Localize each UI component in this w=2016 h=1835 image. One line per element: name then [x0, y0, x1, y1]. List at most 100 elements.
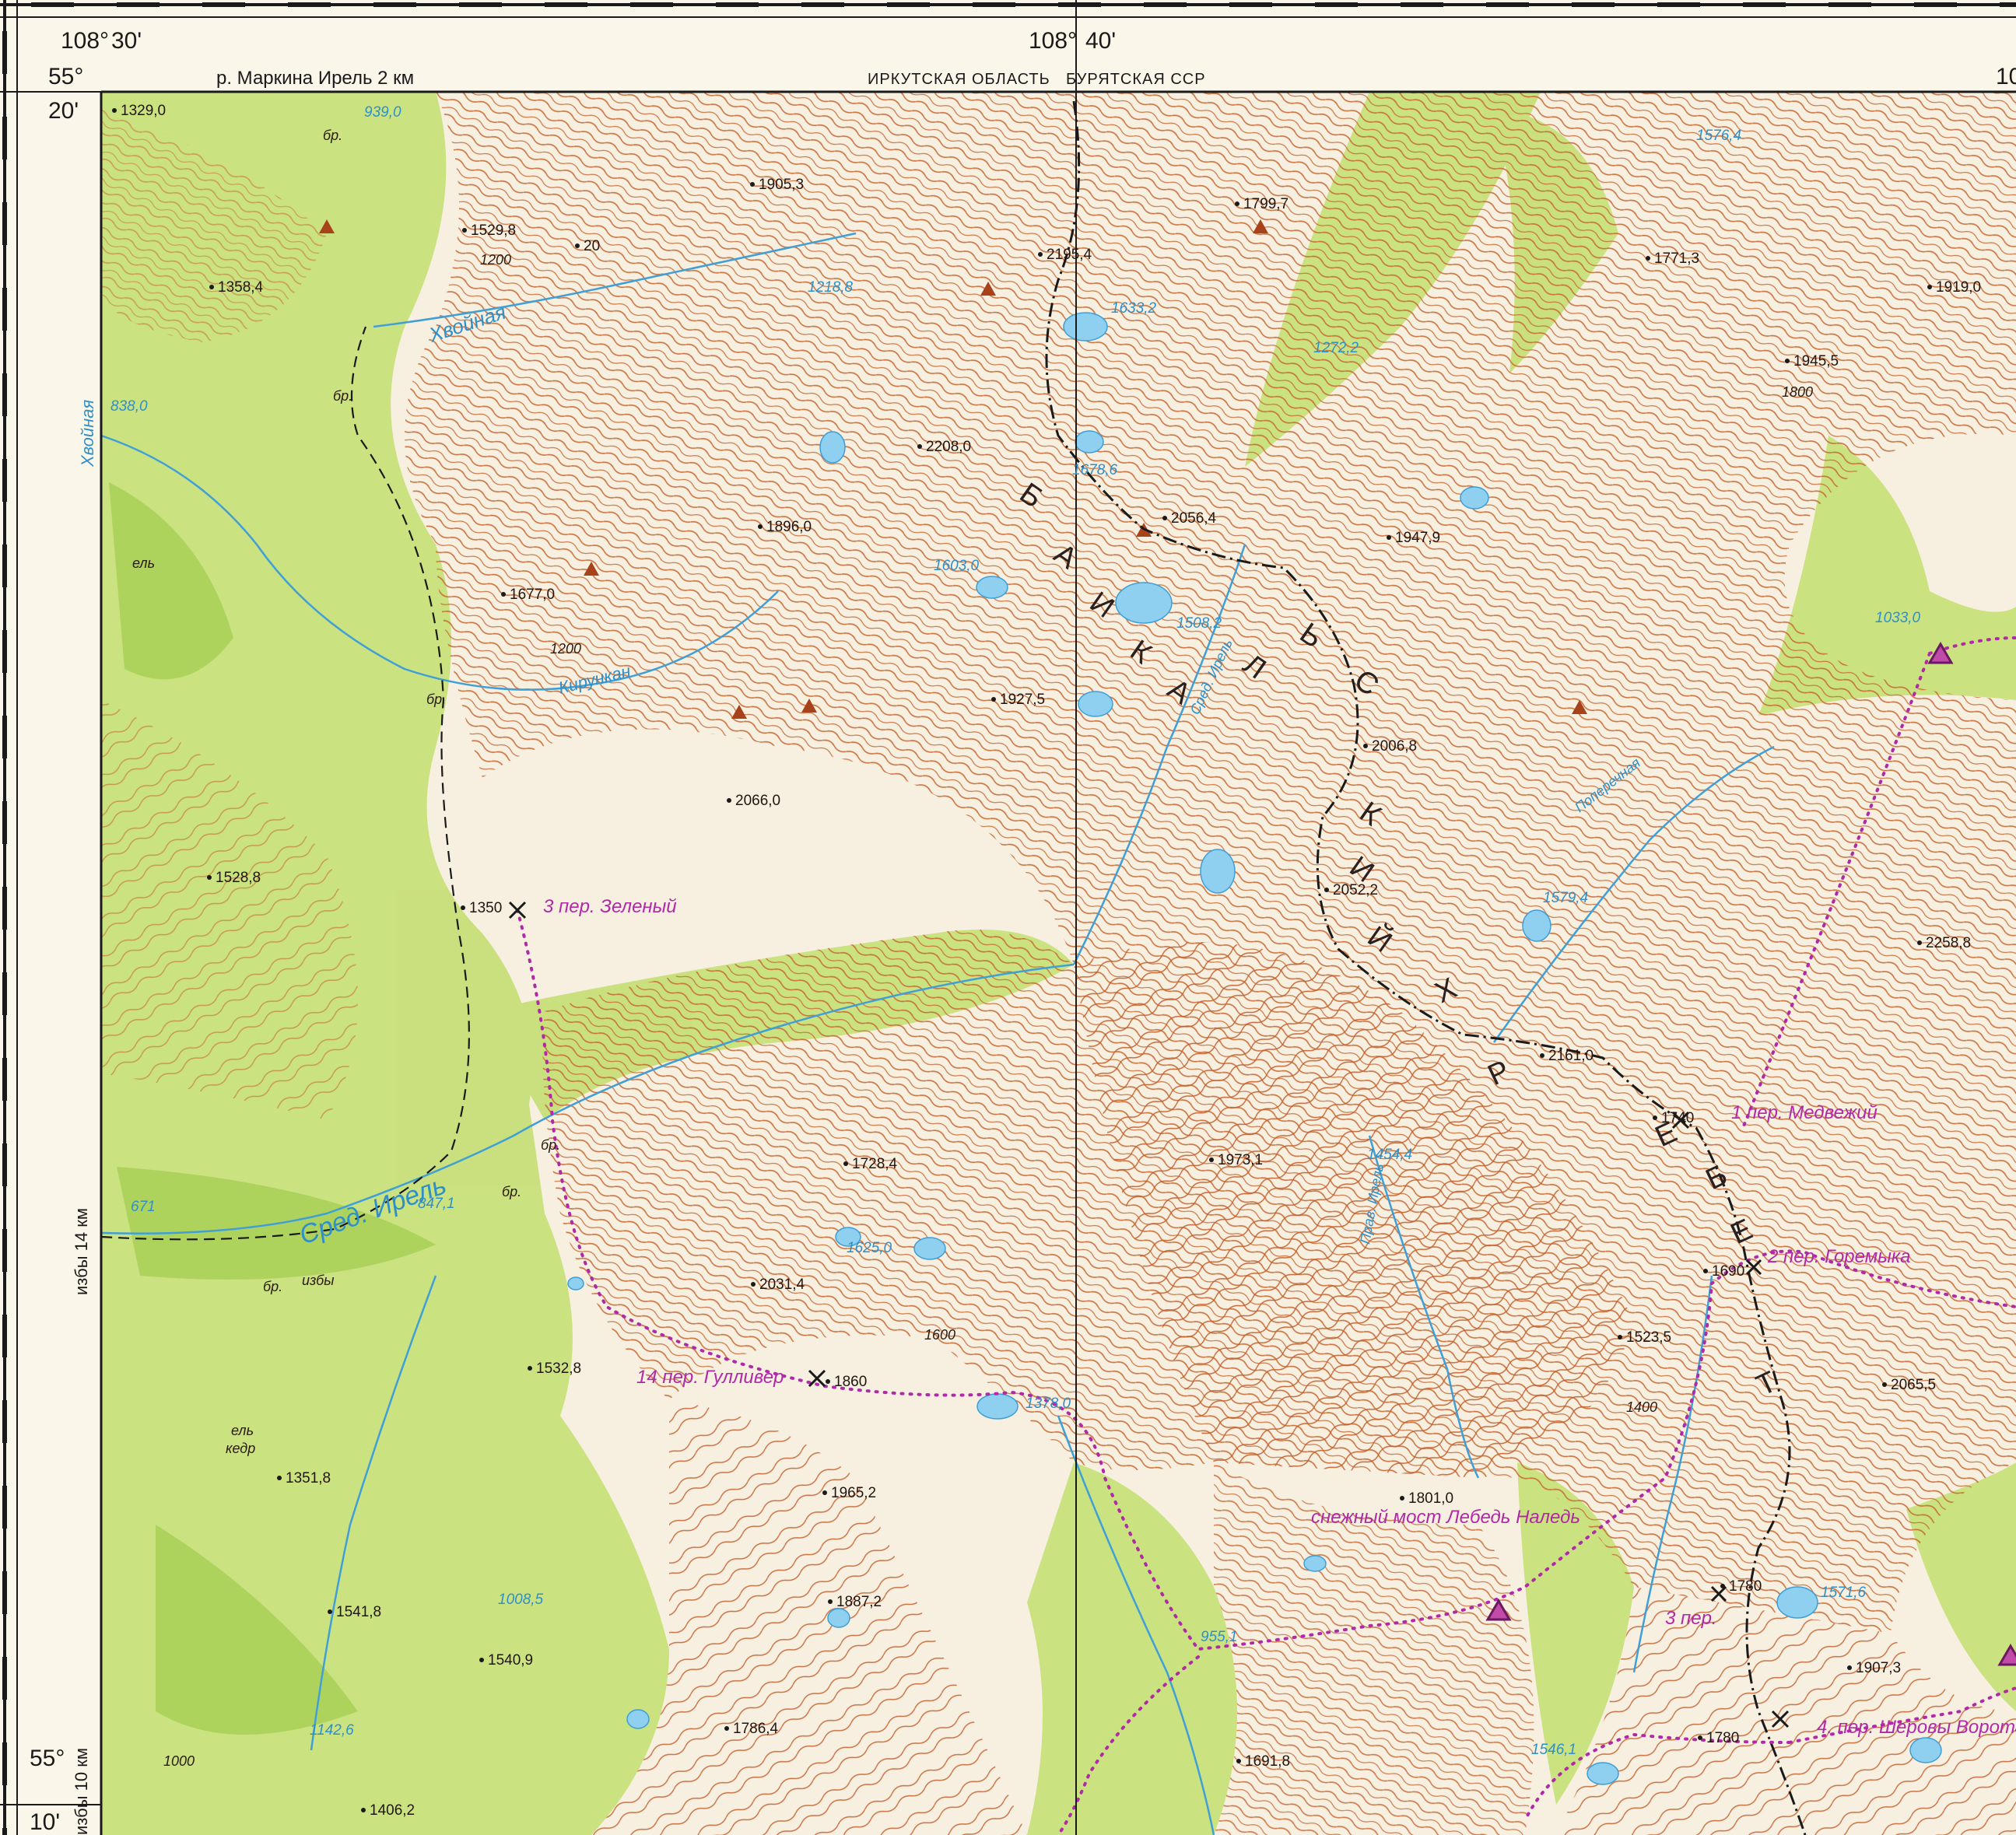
elevation-label: 1887,2: [836, 1594, 882, 1610]
water-level-label: 1454,4: [1367, 1147, 1412, 1163]
elevation-label: 1523,5: [1626, 1329, 1671, 1346]
pass-label: 4. пер. Шеровы Ворота: [1817, 1717, 2016, 1738]
coord-left-deg: 108°: [61, 28, 109, 54]
water-level-label: 1571,6: [1821, 1585, 1867, 1601]
water-level-label: 1579,4: [1543, 890, 1588, 906]
lat-top-min: 20': [48, 98, 79, 124]
elevation-label: 1528,8: [216, 870, 261, 886]
elevation-dot: [112, 108, 117, 113]
elevation-label: 1541,8: [336, 1604, 381, 1620]
elevation-label: 1780: [1706, 1730, 1739, 1746]
elevation-label: 1691,8: [1245, 1753, 1290, 1770]
elevation-dot: [479, 1658, 484, 1662]
elevation-dot: [1653, 1115, 1657, 1120]
elevation-dot: [1882, 1382, 1887, 1387]
water-level-label: 939,0: [364, 104, 401, 121]
water-level-label: 1576,4: [1696, 128, 1741, 144]
place-label: 1200: [550, 641, 581, 657]
elevation-dot: [328, 1609, 332, 1614]
pass-label: 3 пер. Зеленый: [543, 896, 677, 917]
place-label: бр.: [541, 1137, 560, 1153]
pass-label: снежный мост Лебедь Наледь: [1311, 1507, 1580, 1528]
pass-label: 1 пер. Медвежий: [1731, 1102, 1878, 1123]
elevation-dot: [209, 285, 214, 289]
elevation-label: 1780: [1729, 1578, 1762, 1595]
place-label: 1400: [1626, 1399, 1657, 1415]
elevation-dot: [361, 1808, 366, 1812]
elevation-dot: [501, 592, 506, 597]
elevation-label: 2161,0: [1548, 1048, 1594, 1064]
elevation-dot: [1703, 1269, 1708, 1273]
elevation-label: 1801,0: [1408, 1490, 1453, 1507]
elevation-label: 1947,9: [1395, 530, 1440, 546]
place-label: бр.: [263, 1279, 282, 1294]
elevation-label: 1965,2: [831, 1485, 876, 1501]
elevation-dot: [575, 243, 580, 248]
elevation-label: 1771,3: [1654, 250, 1699, 267]
water-level-label: 1378,0: [1026, 1396, 1071, 1412]
coord-left-min: 30': [111, 28, 142, 54]
water-level-label: 1218,8: [808, 279, 854, 296]
elevation-label: 2258,8: [1926, 935, 1971, 951]
pass-label: 2 пер. Горемыка: [1767, 1246, 1911, 1267]
water-level-label: 1008,5: [498, 1592, 544, 1608]
elevation-label: 1406,2: [370, 1802, 415, 1819]
elevation-dot: [826, 1379, 830, 1384]
place-label: бр.: [323, 128, 342, 143]
place-label: 1000: [163, 1753, 195, 1769]
elevation-label: 1905,3: [759, 177, 804, 193]
water-level-label: 1142,6: [310, 1722, 354, 1739]
river-name-label: Хвойная: [78, 400, 97, 468]
elevation-label: 1919,0: [1936, 279, 1981, 296]
elevation-dot: [724, 1726, 729, 1731]
elevation-label: 1799,7: [1243, 196, 1288, 212]
elevation-dot: [1038, 252, 1043, 257]
elevation-dot: [917, 444, 922, 449]
elevation-label: 1329,0: [121, 103, 166, 119]
river-distance-note: р. Маркина Ирель 2 км: [216, 68, 414, 89]
place-label: 1800: [1782, 384, 1813, 400]
elevation-label: 2006,8: [1372, 738, 1417, 755]
coord-mid-min: 40': [1085, 28, 1116, 54]
elevation-dot: [1324, 888, 1329, 892]
elevation-dot: [207, 875, 212, 880]
elevation-dot: [1235, 201, 1239, 206]
lat-bottom-deg: 55°: [30, 1746, 65, 1771]
lat-top-deg: 55°: [48, 64, 83, 89]
water-level-label: 1678,6: [1072, 462, 1118, 478]
region-irkutsk: ИРКУТСКАЯ ОБЛАСТЬ: [868, 71, 1050, 88]
lat-bottom-min: 10': [30, 1809, 60, 1835]
elevation-dot: [1540, 1053, 1544, 1058]
elevation-label: 2056,4: [1171, 510, 1217, 527]
pass-label: 14 пер. Гулливер: [636, 1367, 784, 1388]
elevation-dot: [727, 798, 731, 803]
water-level-label: 1508,2: [1176, 615, 1222, 632]
elevation-label: 1740: [1661, 1110, 1694, 1126]
elevation-dot: [1162, 516, 1167, 520]
elevation-dot: [1917, 940, 1922, 945]
elevation-dot: [1236, 1759, 1241, 1763]
elevation-label: 1529,8: [471, 222, 516, 239]
elevation-label: 1351,8: [286, 1470, 331, 1487]
side-note-lower: избы 10 км: [72, 1748, 91, 1835]
elevation-dot: [1785, 359, 1790, 363]
elevation-dot: [528, 1366, 532, 1371]
elevation-label: 1907,3: [1856, 1660, 1901, 1676]
elevation-label: 1350: [469, 900, 502, 916]
place-label: избы: [302, 1273, 335, 1288]
elevation-label: 2031,4: [759, 1276, 805, 1293]
elevation-dot: [461, 905, 465, 910]
elevation-dot: [462, 228, 467, 233]
elevation-dot: [843, 1161, 848, 1166]
elevation-label: 2195,4: [1047, 247, 1092, 263]
elevation-label: 1927,5: [1000, 692, 1045, 708]
elevation-label: 1945,5: [1793, 353, 1839, 369]
region-buryat: БУРЯТСКАЯ ССР: [1066, 71, 1206, 88]
elevation-label: 2066,0: [735, 793, 780, 809]
elevation-label: 1540,9: [488, 1652, 533, 1669]
elevation-dot: [822, 1490, 827, 1495]
elevation-dot: [828, 1599, 833, 1604]
elevation-label: 1896,0: [766, 519, 812, 535]
place-label: ель: [132, 555, 155, 571]
elevation-dot: [1720, 1584, 1725, 1588]
